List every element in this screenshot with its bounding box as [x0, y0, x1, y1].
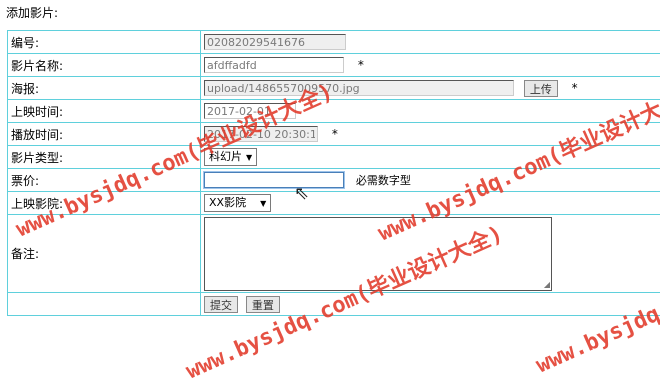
- genre-select[interactable]: 科幻片 ▼: [204, 148, 257, 166]
- form-row-showtime: 播放时间: *: [8, 123, 660, 146]
- page-title: 添加影片:: [6, 4, 58, 21]
- poster-required-mark: *: [572, 81, 578, 95]
- price-label: 票价:: [8, 169, 201, 192]
- resize-grip-icon[interactable]: ◢: [544, 281, 550, 289]
- cinema-selected-value: XX影院: [209, 196, 246, 209]
- form-row-notes: 备注: ◢: [8, 215, 660, 293]
- code-input[interactable]: [204, 34, 346, 50]
- poster-label: 海报:: [8, 77, 201, 100]
- submit-button[interactable]: 提交: [204, 296, 238, 313]
- name-input[interactable]: [204, 57, 344, 73]
- price-hint: 必需数字型: [356, 174, 411, 187]
- mouse-cursor-icon: ⇖: [294, 183, 309, 204]
- form-row-release-date: 上映时间:: [8, 100, 660, 123]
- showtime-input[interactable]: [204, 126, 318, 142]
- genre-selected-value: 科幻片: [209, 150, 242, 163]
- poster-input[interactable]: [204, 80, 514, 96]
- form-row-genre: 影片类型: 科幻片 ▼: [8, 146, 660, 169]
- reset-button[interactable]: 重置: [246, 296, 280, 313]
- upload-button[interactable]: 上传: [524, 80, 558, 97]
- form-row-name: 影片名称: *: [8, 54, 660, 77]
- chevron-down-icon: ▼: [260, 199, 266, 208]
- form-row-price: 票价: 必需数字型: [8, 169, 660, 192]
- form-row-code: 编号:: [8, 31, 660, 54]
- movie-form: 编号: 影片名称: * 海报: 上传 * 上映时间: 播放时间: * 影片类型:: [7, 30, 660, 316]
- release-date-input[interactable]: [204, 103, 296, 119]
- name-label: 影片名称:: [8, 54, 201, 77]
- form-row-cinema: 上映影院: XX影院 ▼: [8, 192, 660, 215]
- notes-label: 备注:: [8, 215, 201, 293]
- showtime-required-mark: *: [332, 127, 338, 141]
- genre-label: 影片类型:: [8, 146, 201, 169]
- form-row-poster: 海报: 上传 *: [8, 77, 660, 100]
- notes-textarea[interactable]: ◢: [204, 217, 552, 291]
- showtime-label: 播放时间:: [8, 123, 201, 146]
- chevron-down-icon: ▼: [246, 153, 252, 162]
- name-required-mark: *: [358, 58, 364, 72]
- code-label: 编号:: [8, 31, 201, 54]
- cinema-select[interactable]: XX影院 ▼: [204, 194, 271, 212]
- release-date-label: 上映时间:: [8, 100, 201, 123]
- price-input[interactable]: [204, 172, 344, 188]
- form-row-actions: 提交 重置: [8, 293, 660, 316]
- cinema-label: 上映影院:: [8, 192, 201, 215]
